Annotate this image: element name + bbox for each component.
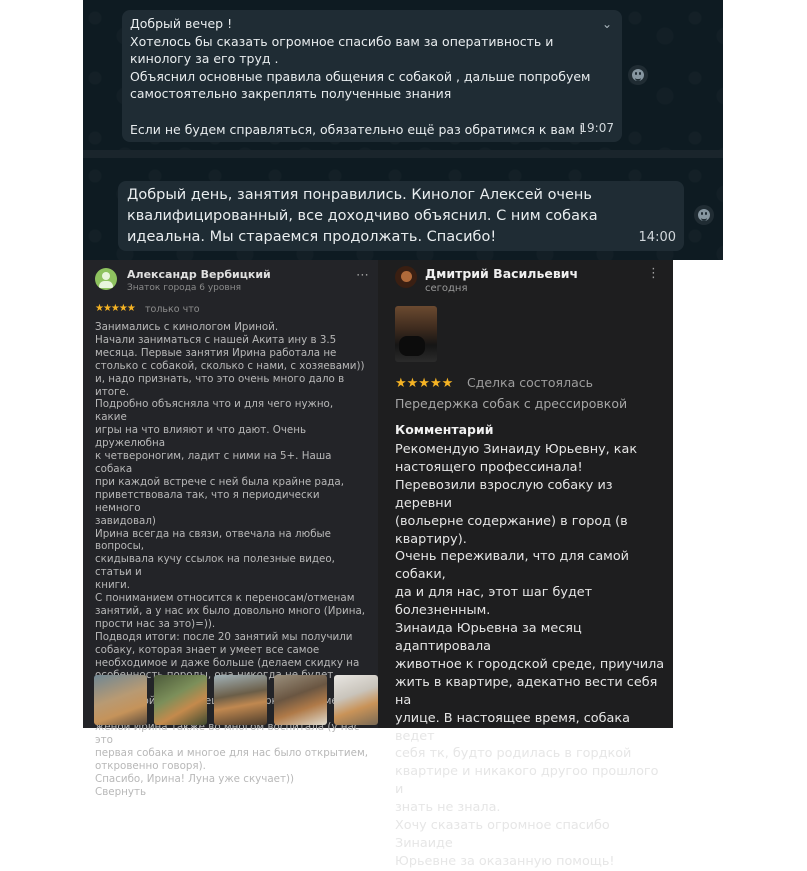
deal-status: Сделка состоялась — [467, 375, 593, 390]
more-icon[interactable]: ⋯ — [356, 268, 370, 283]
author-level: Знаток города 6 уровня — [127, 283, 242, 293]
comment-header: Комментарий — [395, 422, 494, 437]
emoji-icon[interactable] — [628, 65, 648, 85]
chevron-down-icon[interactable]: ⌄ — [602, 16, 612, 34]
review-photo[interactable] — [395, 306, 437, 362]
message-time: 14:00 — [638, 230, 676, 245]
message-bubble-1[interactable]: Добрый вечер ! Хотелось бы сказать огром… — [122, 10, 622, 142]
more-icon[interactable]: ⋮ — [647, 266, 660, 281]
review-date: только что — [145, 304, 200, 315]
rating-stars: ★★★★★ — [95, 303, 136, 314]
review-text: Занимались с кинологом Ириной. Начали за… — [95, 321, 368, 798]
review-author[interactable]: Дмитрий Васильевич — [425, 266, 578, 281]
message-text: Добрый день, занятия понравились. Киноло… — [127, 187, 603, 245]
message-time: 19:07 — [579, 121, 614, 136]
message-bubble-2[interactable]: Добрый день, занятия понравились. Киноло… — [118, 181, 684, 251]
review-text: Рекомендую Зинаиду Юрьевну, как настояще… — [395, 442, 665, 869]
avatar[interactable] — [95, 268, 117, 290]
emoji-icon[interactable] — [694, 205, 714, 225]
review-date: сегодня — [425, 283, 468, 294]
message-text: Добрый вечер ! Хотелось бы сказать огром… — [130, 16, 591, 137]
review-author[interactable]: Александр Вербицкий — [127, 268, 271, 281]
rating-stars: ★★★★★ — [395, 376, 454, 391]
review-photo[interactable] — [154, 675, 207, 725]
divider — [83, 150, 723, 158]
review-photo[interactable] — [334, 675, 378, 725]
review-photo[interactable] — [94, 675, 147, 725]
service-category[interactable]: Передержка собак с дрессировкой — [395, 396, 627, 411]
review-photo[interactable] — [274, 675, 327, 725]
review-photo[interactable] — [214, 675, 267, 725]
avatar[interactable] — [395, 266, 417, 288]
